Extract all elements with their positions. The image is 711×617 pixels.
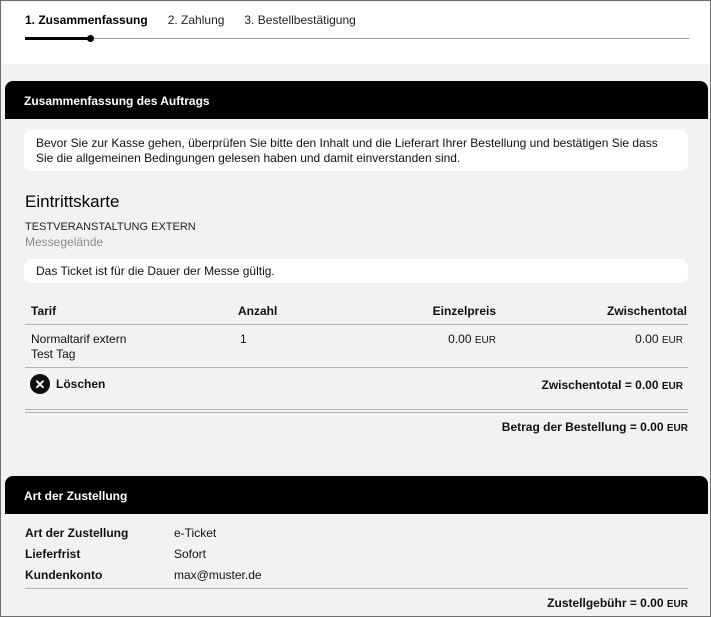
step-payment[interactable]: 2. Zahlung	[168, 13, 225, 27]
row-tarif: Normaltarif extern	[31, 332, 127, 346]
delivery-time-value: Sofort	[174, 547, 207, 561]
subtotal-currency: EUR	[661, 381, 683, 392]
delivery-time-label: Lieferfrist	[25, 547, 81, 561]
table-header-divider	[25, 324, 688, 325]
delete-label: Löschen	[56, 377, 106, 391]
intro-notice: Bevor Sie zur Kasse gehen, überprüfen Si…	[24, 130, 688, 171]
order-total-currency: EUR	[666, 423, 688, 434]
delivery-fee-currency: EUR	[666, 599, 688, 610]
event-name: TESTVERANSTALTUNG EXTERN	[25, 221, 196, 233]
column-header-zwischentotal: Zwischentotal	[606, 304, 687, 318]
delivery-fee-value: Zustellgebühr = 0.00	[547, 596, 664, 610]
row-unit-price-value: 0.00	[448, 332, 472, 346]
checkout-window: 1. Zusammenfassung 2. Zahlung 3. Bestell…	[0, 0, 711, 617]
stepper-track	[25, 38, 689, 39]
stepper-progress-dot	[87, 35, 94, 42]
step-summary[interactable]: 1. Zusammenfassung	[25, 13, 148, 27]
item-type-heading: Eintrittskarte	[25, 192, 120, 211]
delivery-method-value: e-Ticket	[174, 526, 217, 540]
delivery-panel: Art der Zustellung Art der Zustellung e-…	[5, 476, 708, 616]
close-circle-icon: ✕	[30, 374, 50, 394]
column-header-einzelpreis: Einzelpreis	[432, 304, 496, 318]
row-tarif-day: Test Tag	[31, 347, 76, 361]
customer-account-value: max@muster.de	[174, 568, 262, 582]
subtotal: Zwischentotal = 0.00 EUR	[425, 378, 683, 392]
column-header-anzahl: Anzahl	[238, 304, 278, 318]
row-unit-price: 0.00 EUR	[395, 332, 496, 346]
row-quantity: 1	[240, 332, 247, 346]
order-summary-panel: Zusammenfassung des Auftrags Bevor Sie z…	[5, 81, 708, 445]
customer-account-label: Kundenkonto	[25, 568, 103, 582]
table-row-divider	[25, 367, 688, 368]
delivery-method-label: Art der Zustellung	[25, 526, 129, 540]
row-subtotal-value: 0.00	[635, 332, 659, 346]
stepper-steps: 1. Zusammenfassung 2. Zahlung 3. Bestell…	[25, 13, 356, 27]
ticket-notice: Das Ticket ist für die Dauer der Messe g…	[24, 259, 688, 283]
delete-button[interactable]: ✕ Löschen	[30, 374, 105, 394]
stepper-progress-bar	[25, 37, 91, 40]
delivery-header: Art der Zustellung	[5, 476, 708, 514]
order-total-value: Betrag der Bestellung = 0.00	[501, 420, 664, 434]
row-subtotal-currency: EUR	[661, 335, 683, 346]
subtotal-value: Zwischentotal = 0.00	[541, 378, 659, 392]
step-confirmation[interactable]: 3. Bestellbestätigung	[244, 13, 355, 27]
event-venue: Messegelände	[25, 235, 104, 249]
total-divider	[25, 409, 688, 413]
delivery-fee: Zustellgebühr = 0.00 EUR	[385, 596, 688, 610]
row-subtotal: 0.00 EUR	[545, 332, 683, 346]
delivery-divider	[25, 588, 688, 589]
order-total: Betrag der Bestellung = 0.00 EUR	[385, 420, 688, 434]
column-header-tarif: Tarif	[31, 304, 57, 318]
order-summary-header: Zusammenfassung des Auftrags	[5, 81, 708, 119]
checkout-stepper: 1. Zusammenfassung 2. Zahlung 3. Bestell…	[2, 2, 710, 64]
row-unit-price-currency: EUR	[474, 335, 496, 346]
